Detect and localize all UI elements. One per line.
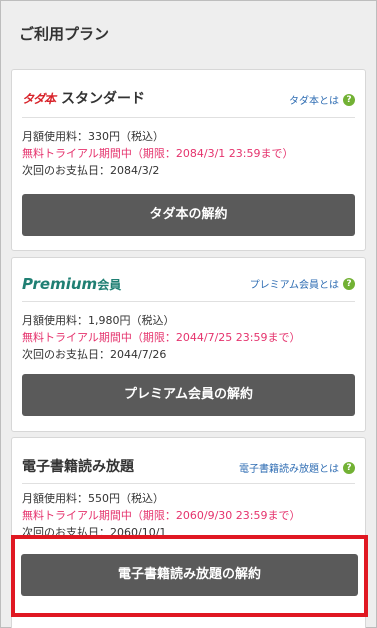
plan-card-tadahon: タダ本 スタンダード タダ本とは ? 月額使用料：330円（税込） 無料トライアル… (11, 69, 366, 251)
about-link-label: タダ本とは (289, 96, 339, 107)
next-payment-date: 次回のお支払日：2084/3/2 (22, 164, 160, 177)
next-payment-date: 次回のお支払日：2044/7/26 (22, 348, 167, 361)
plan-name: スタンダード (61, 91, 146, 107)
about-ebook-link[interactable]: 電子書籍読み放題とは ? (239, 460, 355, 475)
plan-details: 月額使用料：550円（税込） 無料トライアル期間中（期限：2060/9/30 2… (22, 490, 355, 541)
plan-details: 月額使用料：1,980円（税込） 無料トライアル期間中（期限：2044/7/25… (22, 312, 355, 363)
trial-period: 無料トライアル期間中（期限：2044/7/25 23:59まで） (22, 331, 301, 344)
trial-period: 無料トライアル期間中（期限：2084/3/1 23:59まで） (22, 147, 294, 160)
monthly-fee: 月額使用料：330円（税込） (22, 130, 164, 143)
premium-logo: Premium会員 (22, 275, 121, 293)
page-title: ご利用プラン (11, 13, 366, 53)
cancel-tadahon-button[interactable]: タダ本の解約 (22, 194, 355, 236)
highlight-box: 電子書籍読み放題の解約 (11, 535, 368, 617)
plan-title: タダ本 スタンダード (22, 88, 145, 108)
plan-card-header: タダ本 スタンダード タダ本とは ? (22, 70, 355, 118)
premium-logo-text: Premium (22, 275, 98, 293)
about-link-label: プレミアム会員とは (249, 280, 339, 291)
tadahon-logo: タダ本 (22, 92, 56, 106)
monthly-fee: 月額使用料：550円（税込） (22, 492, 164, 505)
plan-card-header: Premium会員 プレミアム会員とは ? (22, 258, 355, 302)
plan-name: 電子書籍読み放題 (22, 459, 134, 475)
monthly-fee: 月額使用料：1,980円（税込） (22, 314, 175, 327)
question-icon: ? (343, 93, 355, 106)
about-link-label: 電子書籍読み放題とは (239, 464, 339, 475)
question-icon: ? (343, 277, 355, 290)
question-icon: ? (343, 461, 355, 474)
page-frame: ご利用プラン タダ本 スタンダード タダ本とは ? 月額使用料：330円（税込） … (0, 0, 377, 628)
plan-card-header: 電子書籍読み放題 電子書籍読み放題とは ? (22, 438, 355, 484)
trial-period: 無料トライアル期間中（期限：2060/9/30 23:59まで） (22, 509, 301, 522)
about-tadahon-link[interactable]: タダ本とは ? (289, 92, 355, 107)
premium-logo-suffix: 会員 (97, 278, 122, 292)
plan-card-premium: Premium会員 プレミアム会員とは ? 月額使用料：1,980円（税込） 無… (11, 257, 366, 432)
cancel-ebook-button[interactable]: 電子書籍読み放題の解約 (21, 554, 358, 596)
plan-details: 月額使用料：330円（税込） 無料トライアル期間中（期限：2084/3/1 23… (22, 128, 355, 179)
about-premium-link[interactable]: プレミアム会員とは ? (250, 276, 355, 291)
cancel-premium-button[interactable]: プレミアム会員の解約 (22, 374, 355, 416)
